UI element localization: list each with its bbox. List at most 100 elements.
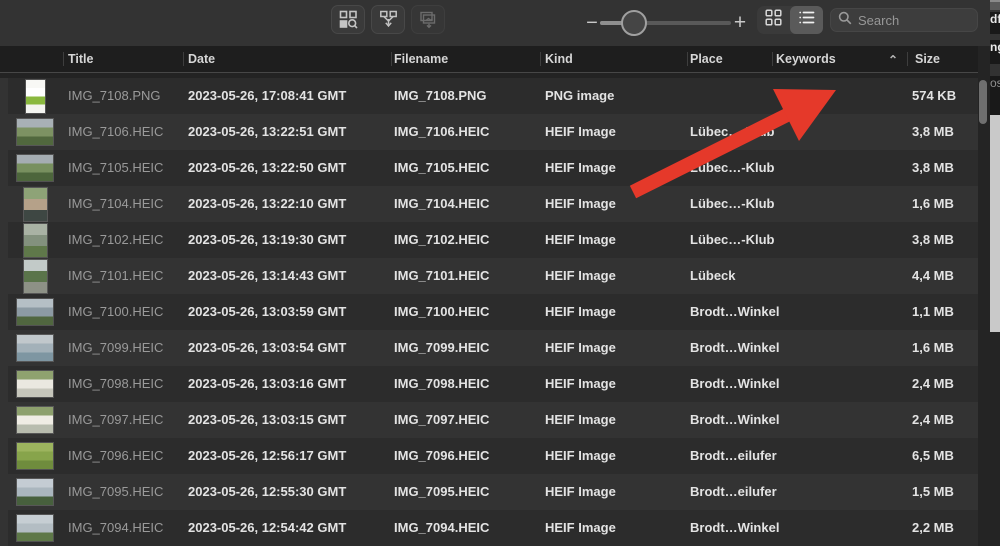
column-header-date[interactable]: Date [188,46,215,72]
background-window-sliver: df ng os ☆ [990,0,1000,546]
row-size: 6,5 MB [912,448,954,463]
row-filename: IMG_7106.HEIC [394,124,490,139]
row-place: Brodt…Winkel [690,340,780,355]
zoom-in-button[interactable]: + [731,9,749,37]
column-header-filename[interactable]: Filename [394,46,448,72]
import-merge-button[interactable] [371,5,405,34]
thumbnail-cell [8,510,62,546]
grid-view-button[interactable] [757,6,790,34]
thumbnail-cell [8,78,62,114]
table-row[interactable]: IMG_7095.HEIC 2023-05-26, 12:55:30 GMT I… [8,474,978,510]
column-header-title[interactable]: Title [68,46,93,72]
table-row[interactable]: IMG_7108.PNG 2023-05-26, 17:08:41 GMT IM… [8,78,978,114]
photo-manager-window: − + Search Title Date Filename Kind Plac… [0,0,1000,546]
row-title: IMG_7098.HEIC [68,376,164,391]
row-place: Brodt…eilufer [690,448,777,463]
table-row[interactable]: IMG_7105.HEIC 2023-05-26, 13:22:50 GMT I… [8,150,978,186]
row-date: 2023-05-26, 12:54:42 GMT [188,520,347,535]
row-kind: HEIF Image [545,196,616,211]
table-row[interactable]: IMG_7104.HEIC 2023-05-26, 13:22:10 GMT I… [8,186,978,222]
row-date: 2023-05-26, 13:22:50 GMT [188,160,347,175]
row-title: IMG_7106.HEIC [68,124,164,139]
row-size: 2,2 MB [912,520,954,535]
table-row[interactable]: IMG_7098.HEIC 2023-05-26, 13:03:16 GMT I… [8,366,978,402]
list-view-icon [798,9,815,31]
row-date: 2023-05-26, 17:08:41 GMT [188,88,347,103]
thumbnail-cell [8,222,62,258]
row-title: IMG_7100.HEIC [68,304,164,319]
row-date: 2023-05-26, 12:55:30 GMT [188,484,347,499]
slider-knob[interactable] [621,10,648,36]
row-size: 1,6 MB [912,340,954,355]
table-row[interactable]: IMG_7102.HEIC 2023-05-26, 13:19:30 GMT I… [8,222,978,258]
zoom-out-button[interactable]: − [584,9,600,37]
row-title: IMG_7108.PNG [68,88,161,103]
column-separator [540,52,541,66]
grid-view-icon [765,9,782,31]
row-place: Lübeck [690,268,736,283]
row-filename: IMG_7105.HEIC [394,160,490,175]
column-header-size[interactable]: Size [915,46,940,72]
row-title: IMG_7104.HEIC [68,196,164,211]
photo-thumbnail [17,119,53,145]
row-filename: IMG_7096.HEIC [394,448,490,463]
row-date: 2023-05-26, 13:14:43 GMT [188,268,347,283]
row-title: IMG_7102.HEIC [68,232,164,247]
photo-thumbnail [23,259,47,293]
sliver-divider [990,64,1000,76]
row-kind: HEIF Image [545,304,616,319]
row-filename: IMG_7095.HEIC [394,484,490,499]
file-table: IMG_7108.PNG 2023-05-26, 17:08:41 GMT IM… [8,78,978,546]
column-header-keywords[interactable]: Keywords [776,46,836,72]
row-place: Brodt…Winkel [690,412,780,427]
photo-thumbnail [17,479,53,505]
row-place: Lübec…-Klub [690,232,775,247]
row-kind: PNG image [545,88,615,103]
column-separator [772,52,773,66]
table-row[interactable]: IMG_7097.HEIC 2023-05-26, 13:03:15 GMT I… [8,402,978,438]
table-row[interactable]: IMG_7101.HEIC 2023-05-26, 13:14:43 GMT I… [8,258,978,294]
thumbnail-zoom-slider[interactable] [600,10,731,36]
row-title: IMG_7096.HEIC [68,448,164,463]
export-stack-button[interactable] [411,5,445,34]
table-row[interactable]: IMG_7094.HEIC 2023-05-26, 12:54:42 GMT I… [8,510,978,546]
vertical-scrollbar[interactable] [979,80,987,124]
row-filename: IMG_7101.HEIC [394,268,490,283]
row-filename: IMG_7098.HEIC [394,376,490,391]
table-row[interactable]: IMG_7096.HEIC 2023-05-26, 12:56:17 GMT I… [8,438,978,474]
photo-thumbnail [17,335,53,361]
row-size: 1,1 MB [912,304,954,319]
thumbnail-cell [8,114,62,150]
row-size: 2,4 MB [912,412,954,427]
photos-merge-down-icon [379,10,398,29]
row-size: 3,8 MB [912,232,954,247]
thumbnail-cell [8,402,62,438]
row-kind: HEIF Image [545,232,616,247]
row-title: IMG_7101.HEIC [68,268,164,283]
column-header-kind[interactable]: Kind [545,46,573,72]
row-date: 2023-05-26, 13:03:59 GMT [188,304,347,319]
search-input[interactable]: Search [830,8,978,32]
sliver-bottom: ☆ [990,332,1000,546]
search-icon [838,11,852,30]
zoom-grid-button[interactable] [331,5,365,34]
sliver-text-1: df [990,12,1000,34]
sort-ascending-icon: ⌃ [888,53,899,67]
thumbnail-cell [8,294,62,330]
table-row[interactable]: IMG_7100.HEIC 2023-05-26, 13:03:59 GMT I… [8,294,978,330]
table-row[interactable]: IMG_7106.HEIC 2023-05-26, 13:22:51 GMT I… [8,114,978,150]
row-filename: IMG_7100.HEIC [394,304,490,319]
row-date: 2023-05-26, 12:56:17 GMT [188,448,347,463]
row-size: 3,8 MB [912,160,954,175]
row-date: 2023-05-26, 13:22:51 GMT [188,124,347,139]
column-header-place[interactable]: Place [690,46,723,72]
column-separator [391,52,392,66]
search-placeholder: Search [858,12,900,28]
row-date: 2023-05-26, 13:03:15 GMT [188,412,347,427]
row-date: 2023-05-26, 13:03:16 GMT [188,376,347,391]
row-filename: IMG_7108.PNG [394,88,487,103]
column-separator [63,52,64,66]
table-row[interactable]: IMG_7099.HEIC 2023-05-26, 13:03:54 GMT I… [8,330,978,366]
list-view-button[interactable] [790,6,823,34]
toolbar: − + Search [0,0,990,46]
